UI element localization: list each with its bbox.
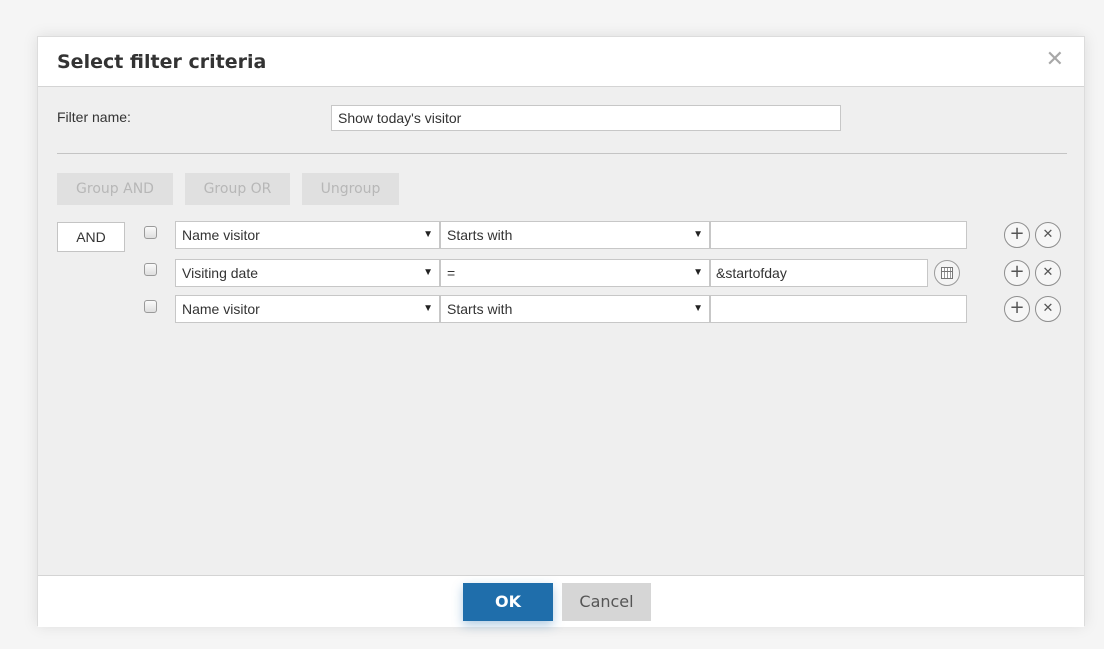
calendar-grid bbox=[941, 267, 953, 279]
operator-select[interactable]: = ▼ bbox=[440, 259, 710, 287]
logic-operator-and[interactable]: AND bbox=[57, 222, 125, 252]
operator-select[interactable]: Starts with ▼ bbox=[440, 221, 710, 249]
chevron-down-icon: ▼ bbox=[693, 229, 703, 240]
filter-name-input[interactable] bbox=[331, 105, 841, 131]
ok-button[interactable]: OK bbox=[463, 583, 553, 621]
dialog-header: Select filter criteria ✕ bbox=[38, 37, 1084, 87]
times-icon[interactable]: ✕ bbox=[1035, 296, 1061, 322]
group-and-button[interactable]: Group AND bbox=[57, 173, 173, 205]
field-select-value: Name visitor bbox=[182, 301, 260, 317]
calendar-icon[interactable] bbox=[934, 260, 960, 286]
field-select-value: Visiting date bbox=[182, 265, 259, 281]
operator-select-value: Starts with bbox=[447, 301, 513, 317]
row-checkbox[interactable] bbox=[144, 300, 157, 313]
cancel-button[interactable]: Cancel bbox=[562, 583, 651, 621]
chevron-down-icon: ▼ bbox=[423, 229, 433, 240]
plus-icon[interactable]: + bbox=[1004, 260, 1030, 286]
divider bbox=[57, 153, 1067, 154]
value-input[interactable] bbox=[710, 295, 967, 323]
chevron-down-icon: ▼ bbox=[693, 267, 703, 278]
times-icon[interactable]: ✕ bbox=[1035, 260, 1061, 286]
operator-select-value: = bbox=[447, 265, 456, 281]
field-select-value: Name visitor bbox=[182, 227, 260, 243]
times-icon[interactable]: ✕ bbox=[1035, 222, 1061, 248]
chevron-down-icon: ▼ bbox=[693, 303, 703, 314]
group-or-button[interactable]: Group OR bbox=[185, 173, 290, 205]
plus-icon[interactable]: + bbox=[1004, 296, 1030, 322]
filter-name-label: Filter name: bbox=[57, 109, 131, 125]
field-select[interactable]: Visiting date ▼ bbox=[175, 259, 440, 287]
row-checkbox[interactable] bbox=[144, 226, 157, 239]
field-select[interactable]: Name visitor ▼ bbox=[175, 221, 440, 249]
filter-dialog: Select filter criteria ✕ Filter name: Gr… bbox=[37, 36, 1085, 627]
value-input[interactable]: &startofday bbox=[710, 259, 928, 287]
chevron-down-icon: ▼ bbox=[423, 303, 433, 314]
operator-select[interactable]: Starts with ▼ bbox=[440, 295, 710, 323]
field-select[interactable]: Name visitor ▼ bbox=[175, 295, 440, 323]
ungroup-button[interactable]: Ungroup bbox=[302, 173, 399, 205]
dialog-title: Select filter criteria bbox=[57, 51, 267, 73]
dialog-footer: OK Cancel bbox=[38, 575, 1084, 627]
operator-select-value: Starts with bbox=[447, 227, 513, 243]
close-icon[interactable]: ✕ bbox=[1046, 48, 1064, 70]
chevron-down-icon: ▼ bbox=[423, 267, 433, 278]
row-checkbox[interactable] bbox=[144, 263, 157, 276]
plus-icon[interactable]: + bbox=[1004, 222, 1030, 248]
value-input[interactable] bbox=[710, 221, 967, 249]
